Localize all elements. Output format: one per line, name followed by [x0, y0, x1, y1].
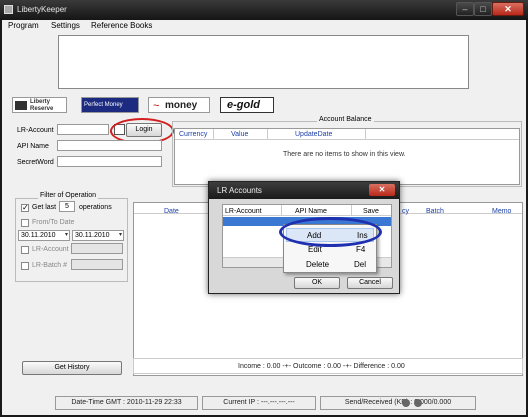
api-name-label: API Name: [17, 143, 49, 150]
column-currency-partial[interactable]: cy: [402, 208, 409, 215]
history-summary-bar: Income : 0.00 -+- Outcome : 0.00 -+- Dif…: [133, 358, 523, 374]
from-to-date-checkbox[interactable]: [21, 219, 29, 227]
column-update-date[interactable]: UpdateDate: [295, 131, 332, 138]
liberty-reserve-logo-icon: [15, 101, 27, 110]
status-indicator-icon: [414, 399, 422, 407]
window-title: LibertyKeeper: [17, 5, 67, 14]
secret-word-label: SecretWord: [17, 159, 54, 166]
api-name-input[interactable]: [57, 140, 162, 151]
status-datetime: Date-Time GMT : 2010-11-29 22:33: [55, 396, 198, 410]
column-memo[interactable]: Memo: [492, 208, 511, 215]
egold-tab[interactable]: e-gold: [220, 97, 274, 113]
lr-batch-label: LR-Batch #: [32, 262, 68, 269]
header-separator: [213, 129, 214, 140]
header-separator: [365, 129, 366, 140]
header-separator: [267, 129, 268, 140]
date-to-picker[interactable]: 30.11.2010 ▾: [72, 230, 124, 241]
lr-batch-input[interactable]: [71, 259, 123, 270]
menu-reference-books[interactable]: Reference Books: [91, 21, 152, 30]
account-balance-title: Account Balance: [317, 116, 374, 123]
lr-account-input[interactable]: [57, 124, 109, 135]
perfect-money-logo-text: Perfect Money: [84, 102, 123, 108]
perfect-money-tab[interactable]: Perfect Money: [81, 97, 139, 113]
context-item-delete-label: Delete: [306, 260, 330, 269]
date-from-value: 30.11.2010: [21, 232, 56, 239]
webmoney-logo-icon: ~: [153, 100, 160, 112]
liberty-reserve-tab[interactable]: Liberty Reserve: [12, 97, 67, 113]
secret-word-input[interactable]: [57, 156, 162, 167]
title-bar: LibertyKeeper – □ ✕: [0, 0, 528, 20]
webmoney-tab[interactable]: ~ money: [148, 97, 210, 113]
get-last-label: Get last: [32, 204, 57, 211]
liberty-reserve-logo-line2: Reserve: [30, 106, 54, 112]
context-item-edit-shortcut: F4: [356, 245, 366, 254]
column-date[interactable]: Date: [164, 208, 179, 215]
status-traffic: Send/Received (KB) : 0.000/0.000: [320, 396, 476, 410]
webmoney-logo-text: money: [165, 100, 198, 111]
egold-logo-text: e-gold: [227, 99, 260, 111]
chevron-down-icon: ▾: [118, 232, 122, 238]
lr-account-filter-input[interactable]: [71, 243, 123, 254]
dialog-close-button[interactable]: ✕: [369, 184, 395, 196]
maximize-button[interactable]: □: [474, 2, 492, 16]
get-last-checkbox[interactable]: [21, 203, 29, 212]
chevron-down-icon: ▾: [64, 232, 68, 238]
from-to-date-label: From/To Date: [32, 219, 75, 226]
column-api-name[interactable]: API Name: [295, 208, 327, 215]
balance-list[interactable]: Currency Value UpdateDate There are no i…: [174, 128, 520, 185]
menu-settings[interactable]: Settings: [51, 21, 80, 30]
app-icon: [4, 5, 13, 14]
column-lr-account[interactable]: LR-Account: [225, 208, 262, 215]
column-save[interactable]: Save: [363, 208, 379, 215]
dialog-title: LR Accounts: [217, 186, 262, 195]
context-item-delete-shortcut: Del: [354, 260, 367, 269]
add-annotation: [279, 217, 382, 247]
history-summary-text: Income : 0.00 -+- Outcome : 0.00 -+- Dif…: [238, 363, 405, 370]
status-indicator-icon: [402, 399, 410, 407]
lr-account-filter-label: LR-Account: [32, 246, 69, 253]
minimize-button[interactable]: –: [456, 2, 474, 16]
lr-account-label: LR-Account: [17, 127, 54, 134]
column-batch[interactable]: Batch: [426, 208, 444, 215]
cancel-button[interactable]: Cancel: [347, 277, 393, 289]
column-currency[interactable]: Currency: [179, 131, 207, 138]
balance-empty-text: There are no items to show in this view.: [283, 151, 406, 158]
dialog-title-bar: LR Accounts ✕: [209, 182, 399, 199]
status-ip: Current IP : ---.---.---.---: [202, 396, 316, 410]
close-button[interactable]: ✕: [492, 2, 524, 16]
balance-header: [175, 129, 519, 140]
lr-batch-checkbox[interactable]: [21, 262, 29, 270]
ok-button[interactable]: OK: [294, 277, 340, 289]
header-separator: [281, 205, 282, 216]
lr-account-filter-checkbox[interactable]: [21, 246, 29, 254]
get-last-count-input[interactable]: 5: [59, 201, 75, 212]
menu-bar: Program Settings Reference Books: [2, 20, 526, 32]
filter-title: Filter of Operation: [38, 192, 99, 199]
get-history-button[interactable]: Get History: [22, 361, 122, 375]
column-value[interactable]: Value: [231, 131, 248, 138]
context-item-delete[interactable]: Delete Del: [286, 258, 374, 272]
liberty-reserve-logo-line1: Liberty: [30, 99, 51, 105]
notes-textarea[interactable]: [58, 35, 469, 89]
header-separator: [351, 205, 352, 216]
menu-program[interactable]: Program: [8, 21, 39, 30]
operations-label: operations: [79, 204, 112, 211]
date-from-picker[interactable]: 30.11.2010 ▾: [18, 230, 70, 241]
date-to-value: 30.11.2010: [75, 232, 110, 239]
